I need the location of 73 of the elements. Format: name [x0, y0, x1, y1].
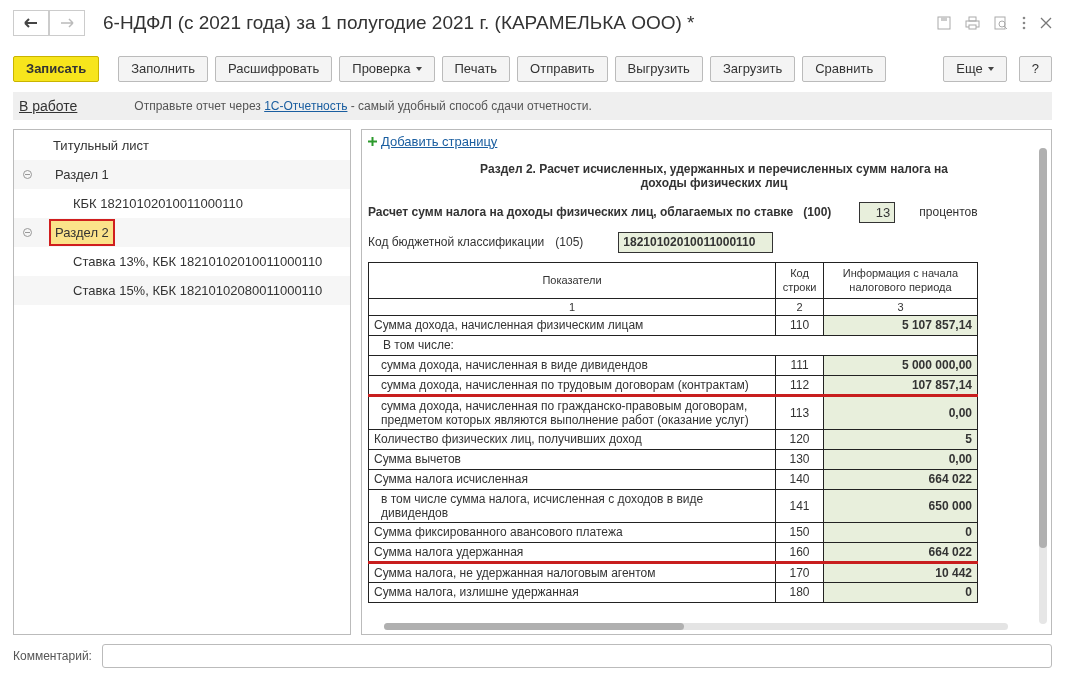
save-icon[interactable] — [937, 16, 951, 30]
kbk-label: Код бюджетной классификации — [368, 234, 545, 252]
comment-label: Комментарий: — [13, 648, 92, 665]
tree-item[interactable]: КБК 18210102010011000110 — [67, 189, 249, 218]
table-cell: 110 — [775, 315, 824, 336]
column-header: Показатели — [368, 262, 776, 299]
add-page-link[interactable]: Добавить страницу — [368, 132, 498, 152]
table-cell[interactable]: 650 000 — [823, 489, 978, 523]
table-cell: 130 — [775, 449, 824, 470]
arrow-left-icon — [24, 18, 38, 28]
tree-item[interactable]: Раздел 1 — [49, 160, 115, 189]
table-cell: Сумма дохода, начисленная физическим лицам — [368, 315, 776, 336]
toolbar-button[interactable]: Расшифровать — [215, 56, 333, 82]
status-link[interactable]: В работе — [19, 95, 78, 117]
rate-label: Расчет сумм налога на доходы физических лиц, облагаемых по ставке — [368, 204, 794, 222]
table-cell: 150 — [775, 522, 824, 543]
toolbar-button[interactable]: Загрузить — [709, 56, 796, 82]
table-cell: 140 — [775, 469, 824, 490]
table-cell: 141 — [775, 489, 824, 523]
kbk-field[interactable]: 18210102010011000110 — [618, 231, 774, 253]
toolbar-button[interactable]: Записать — [13, 56, 100, 82]
table-cell: Сумма налога, не удержанная налоговым агентом — [368, 562, 776, 583]
arrow-right-icon — [60, 18, 74, 28]
vertical-scrollbar[interactable] — [1039, 148, 1047, 624]
rate-unit: процентов — [919, 204, 978, 222]
table-cell: 170 — [775, 562, 824, 583]
column-header: Код строки — [775, 262, 824, 299]
column-number: 1 — [368, 298, 776, 316]
toolbar-button[interactable]: Проверка — [339, 56, 435, 82]
table-cell: Сумма налога, излишне удержанная — [368, 582, 776, 603]
comment-field[interactable] — [101, 644, 1052, 668]
rate-field[interactable]: 13 — [859, 201, 896, 223]
horizontal-scrollbar[interactable] — [384, 623, 1008, 630]
table-cell: 113 — [775, 395, 824, 430]
preview-icon[interactable] — [994, 16, 1008, 30]
table-cell: Сумма налога удержанная — [368, 542, 776, 563]
tree-item[interactable]: Ставка 13%, КБК 18210102010011000110 — [67, 247, 329, 276]
table-cell: в том числе сумма налога, исчисленная с доходов в виде дивидендов — [368, 489, 776, 523]
section-heading: Раздел 2. Расчет исчисленных, удержанных и перечисленных сумм налога на доходы физических лиц — [479, 161, 949, 190]
table-cell: сумма дохода, начисленная в виде дивидендов — [368, 355, 776, 376]
column-header: Информация с начала налогового периода — [823, 262, 978, 299]
toolbar-button[interactable]: Еще — [943, 56, 1007, 82]
table-cell: Сумма налога исчисленная — [368, 469, 776, 490]
toolbar-button[interactable]: Отправить — [517, 56, 608, 82]
back-button[interactable] — [13, 10, 49, 36]
tree-item[interactable]: Титульный лист — [47, 131, 155, 160]
toolbar-button[interactable]: Выгрузить — [614, 56, 703, 82]
table-cell: сумма дохода, начисленная по трудовым договорам (контрактам) — [368, 375, 776, 396]
print-icon[interactable] — [965, 16, 980, 30]
link[interactable]: 1С-Отчетность — [264, 99, 348, 113]
kbk-code: (105) — [555, 234, 584, 252]
table-cell: 111 — [775, 355, 824, 376]
table-cell: Количество физических лиц, получивших доход — [368, 429, 776, 450]
table-cell: 120 — [775, 429, 824, 450]
plus-icon — [368, 137, 377, 147]
column-number: 2 — [775, 298, 824, 316]
table-cell: сумма дохода, начисленная по гражданско-правовым договорам, предметом которых являются выполнение работ (оказание услуг) — [368, 395, 776, 430]
toolbar-button[interactable]: Заполнить — [118, 56, 209, 82]
toolbar-button[interactable]: Сравнить — [802, 56, 887, 82]
close-icon[interactable] — [1040, 17, 1052, 29]
more-icon[interactable] — [1022, 16, 1026, 30]
tree-item[interactable]: Раздел 2 — [49, 218, 115, 247]
table-cell: Сумма фиксированного авансового платежа — [368, 522, 776, 543]
rate-code: (100) — [803, 204, 832, 222]
table-cell: Сумма вычетов — [368, 449, 776, 470]
table-cell: 180 — [775, 582, 824, 603]
table-cell[interactable]: 0,00 — [823, 395, 978, 430]
info-message: Отправьте отчет через 1С-Отчетность - самый удобный способ сдачи отчетности. — [134, 98, 592, 115]
toolbar-button[interactable]: ? — [1018, 56, 1052, 82]
column-number: 3 — [823, 298, 978, 316]
window-title: 6-НДФЛ (с 2021 года) за 1 полугодие 2021 г. (КАРАМЕЛЬКА ООО) * — [103, 10, 695, 35]
toolbar-button[interactable]: Печать — [441, 56, 511, 82]
table-cell: В том числе: — [368, 335, 978, 356]
